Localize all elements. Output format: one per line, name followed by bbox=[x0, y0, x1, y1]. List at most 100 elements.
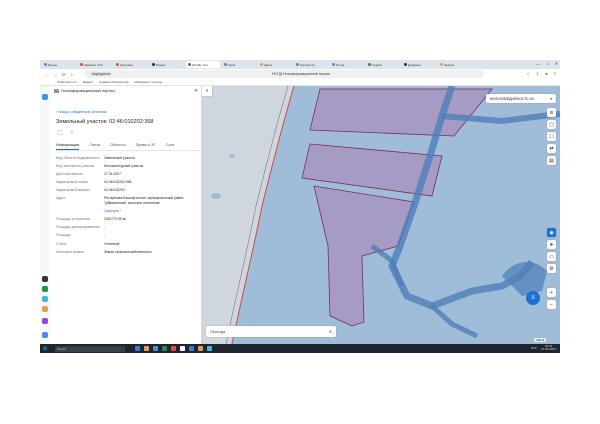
settings-icon[interactable]: ⚙ bbox=[547, 264, 556, 273]
browser-tab[interactable]: Почта bbox=[330, 61, 364, 68]
taskbar-app-icon[interactable] bbox=[198, 346, 204, 351]
browser-tab[interactable]: Задача bbox=[438, 61, 472, 68]
attribute-key: Статус bbox=[56, 241, 67, 246]
print-icon[interactable]: ▤ bbox=[547, 156, 556, 165]
clock[interactable]: 15:42 27.06.2024 bbox=[541, 344, 556, 351]
maximize-icon[interactable]: □ bbox=[546, 61, 548, 66]
attribute-row: Вид земельного участка Многоконтурный уча… bbox=[56, 164, 198, 169]
window-title: НСПД Геоинформационный портал bbox=[272, 72, 330, 76]
zoom-in-icon[interactable]: ▢ bbox=[547, 120, 556, 129]
attribute-key: Площадь уточненная bbox=[56, 217, 90, 222]
close-icon[interactable]: ✕ bbox=[555, 61, 558, 66]
info-tab[interactable]: Связи bbox=[89, 143, 100, 150]
share-icon[interactable]: ⇄ bbox=[547, 144, 556, 153]
lang-indicator[interactable]: РУС bbox=[531, 346, 537, 350]
collapse-link[interactable]: Свернуть ^ bbox=[104, 209, 198, 214]
sidebar-app-icon[interactable] bbox=[42, 286, 48, 292]
bookmark-item[interactable]: Яндекс bbox=[83, 80, 93, 84]
taskbar-app-icon[interactable] bbox=[189, 346, 195, 351]
clear-search-icon[interactable]: ✕ bbox=[329, 329, 332, 334]
favorite-star-icon[interactable]: ☆ bbox=[70, 130, 74, 136]
browser-tab[interactable]: Заявки в Госк bbox=[78, 61, 112, 68]
parcel-contour bbox=[309, 88, 493, 137]
menu-icon[interactable]: ≡ bbox=[554, 71, 556, 76]
home-icon[interactable]: ⌂ bbox=[70, 72, 72, 77]
layers-icon[interactable]: ≋ bbox=[547, 108, 556, 117]
attribute-row: Категория земель Земли сельскохозяйственн… bbox=[56, 250, 198, 255]
info-tab[interactable]: Права и ЭГ bbox=[136, 143, 156, 150]
sidebar-app-icon[interactable] bbox=[42, 94, 48, 100]
taskbar-app-icon[interactable] bbox=[180, 346, 186, 351]
bookmark-item[interactable]: Избранное Госуслуг bbox=[134, 80, 162, 84]
browser-tab[interactable]: Росреестр bbox=[294, 61, 328, 68]
layers-dropdown[interactable]: МУЛЬТИМЕДИЙНОСТЬ НС ▾ bbox=[486, 94, 556, 103]
tab-favicon-icon bbox=[260, 63, 263, 66]
sidebar-app-icon[interactable] bbox=[42, 296, 48, 302]
tab-label: НСПД - Гео bbox=[192, 62, 208, 67]
taskbar-app-icon[interactable] bbox=[162, 346, 168, 351]
browser-tab[interactable]: Короткая bbox=[114, 61, 148, 68]
minus-icon[interactable]: − bbox=[547, 300, 556, 309]
tab-label: Бизнес bbox=[156, 62, 166, 67]
url-input[interactable]: nspd.gov.ru НСПД Геоинформационный порта… bbox=[84, 70, 484, 78]
tab-favicon-icon bbox=[44, 63, 47, 66]
taskbar-search[interactable]: Поиск bbox=[55, 345, 126, 352]
info-tab[interactable]: Объекты bbox=[110, 143, 126, 150]
window-controls: — □ ✕ bbox=[536, 61, 558, 66]
browser-side-panel bbox=[40, 86, 50, 344]
minimize-icon[interactable]: — bbox=[536, 61, 540, 66]
attribute-key: Кадастровый квартал bbox=[56, 188, 91, 193]
close-panel-icon[interactable]: ✕ bbox=[194, 88, 198, 94]
tab-label: Заявки в Госк bbox=[84, 62, 103, 67]
forward-icon[interactable]: → bbox=[53, 72, 57, 77]
bookmark-item[interactable]: Рабочий стол bbox=[58, 80, 77, 84]
collapse-panel-button[interactable]: « bbox=[202, 86, 212, 96]
browser-tab[interactable]: Бизнес bbox=[150, 61, 184, 68]
sidebar-app-icon[interactable] bbox=[42, 332, 48, 338]
tab-label: Карта bbox=[264, 62, 273, 67]
taskbar-app-icon[interactable] bbox=[171, 346, 177, 351]
browser-tab[interactable]: НСПД - Гео bbox=[186, 61, 220, 68]
tab-favicon-icon bbox=[224, 63, 227, 66]
chat-icon[interactable]: ≡ bbox=[526, 291, 540, 305]
zoom-out-icon[interactable]: ☐ bbox=[547, 132, 556, 141]
browser-tab[interactable]: Легат bbox=[222, 61, 256, 68]
browser-tab[interactable]: Сервис bbox=[366, 61, 400, 68]
back-to-results-link[interactable]: ‹ Назад к найденным объектам bbox=[56, 110, 107, 114]
sidebar-app-icon[interactable] bbox=[42, 306, 48, 312]
sidebar-app-icon[interactable] bbox=[42, 276, 48, 282]
scale-bar: 100 м bbox=[534, 338, 546, 342]
locate-icon[interactable]: ◉ bbox=[547, 228, 556, 237]
sidebar-app-icon[interactable] bbox=[42, 318, 48, 324]
screenshot-screen: Ярлык Заявки в Госк Короткая Бизнес НСПД - Г… bbox=[40, 60, 560, 353]
bookmark-star-icon[interactable]: ☆ bbox=[526, 71, 530, 76]
attribute-key: Категория земель bbox=[56, 249, 85, 254]
map-search-input[interactable]: Легенда ✕ bbox=[206, 326, 336, 337]
attribute-key: Адрес bbox=[56, 196, 66, 201]
taskbar-app-icon[interactable] bbox=[144, 346, 150, 351]
attribute-key: Площадь декларированная bbox=[56, 225, 100, 230]
map-view[interactable]: « МУЛЬТИМЕДИЙНОСТЬ НС ▾ ≋ ▢ ☐ ⇄ ▤ ◉ ➤ ▭ … bbox=[202, 86, 560, 344]
draw-icon[interactable]: ▭ bbox=[547, 252, 556, 261]
zoom-to-object-icon[interactable]: ⛶ bbox=[58, 130, 62, 136]
reload-icon[interactable]: ⟳ bbox=[62, 72, 65, 77]
windows-start-icon[interactable]: ⊞ bbox=[43, 346, 47, 352]
info-tab[interactable]: Информация bbox=[56, 143, 80, 150]
attribute-value: 27.04.2007 bbox=[104, 172, 121, 177]
measure-icon[interactable]: ➤ bbox=[547, 240, 556, 249]
tab-label: Почта bbox=[336, 62, 345, 67]
download-icon[interactable]: ⇩ bbox=[536, 71, 539, 76]
browser-tab[interactable]: Ярлык bbox=[42, 61, 76, 68]
taskbar-app-icon[interactable] bbox=[135, 346, 141, 351]
browser-tab[interactable]: Документ bbox=[402, 61, 436, 68]
profile-icon[interactable]: ● bbox=[545, 71, 547, 76]
home-icon[interactable]: + bbox=[547, 288, 556, 297]
attribute-key: Вид земельного участка bbox=[56, 164, 95, 169]
panel-header-title: Геоинформационный портал bbox=[61, 88, 115, 93]
browser-tab[interactable]: Карта bbox=[258, 61, 292, 68]
back-icon[interactable]: ← bbox=[44, 72, 48, 77]
bookmark-item[interactable]: Сервисы Росреестра bbox=[99, 80, 129, 84]
info-tab[interactable]: Сосе bbox=[166, 143, 175, 150]
taskbar-app-icon[interactable] bbox=[207, 346, 213, 351]
taskbar-app-icon[interactable] bbox=[153, 346, 159, 351]
